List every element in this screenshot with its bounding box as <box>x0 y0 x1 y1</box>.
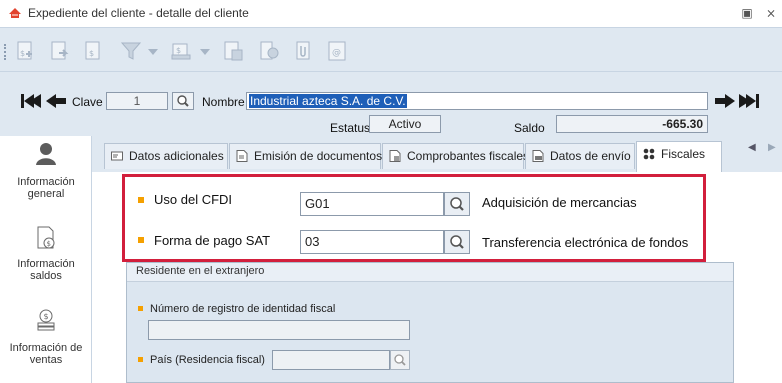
svg-text:$: $ <box>20 49 25 58</box>
bullet-icon <box>138 357 143 362</box>
register-icon[interactable]: $ <box>170 40 192 62</box>
clave-label: Clave <box>72 95 103 109</box>
window-title: Expediente del cliente - detalle del cli… <box>28 6 249 20</box>
registro-fiscal-label: Número de registro de identidad fiscal <box>150 303 336 315</box>
tab-fiscales[interactable]: Fiscales <box>636 141 722 172</box>
tab-label: Datos adicionales <box>129 149 224 163</box>
forma-pago-description: Transferencia electrónica de fondos <box>482 235 689 250</box>
sidebar-label-saldos-1: Información <box>17 258 75 270</box>
forma-pago-field[interactable]: 03 <box>300 230 444 254</box>
pais-label: País (Residencia fiscal) <box>150 354 265 366</box>
filter-icon[interactable] <box>120 40 142 62</box>
tab-label: Comprobantes fiscales <box>407 149 530 163</box>
uso-cfdi-label: Uso del CFDI <box>154 192 233 207</box>
uso-cfdi-field[interactable]: G01 <box>300 192 444 216</box>
tab-emision-documentos[interactable]: Emisión de documentos <box>229 143 383 169</box>
toolbar-grip[interactable] <box>4 44 8 60</box>
record-detail-icon[interactable]: $ <box>82 40 104 62</box>
filter-dropdown-icon[interactable] <box>146 40 160 62</box>
svg-text:@: @ <box>332 48 341 58</box>
tab-scroll-right-icon[interactable]: ▶ <box>768 142 776 153</box>
residente-panel-title: Residente en el extranjero <box>136 265 265 277</box>
toolbar <box>0 27 782 72</box>
svg-text:$: $ <box>176 46 181 55</box>
clave-search-icon[interactable] <box>172 92 194 110</box>
register-dropdown-icon[interactable] <box>198 40 212 62</box>
uso-cfdi-search-icon[interactable] <box>444 192 470 216</box>
first-record-button[interactable] <box>20 92 42 110</box>
coins-stack-icon: $ <box>37 309 55 331</box>
sidebar-item-informacion-general[interactable]: Información general <box>0 140 92 232</box>
sidebar-label-ventas-1: Información de <box>9 342 83 354</box>
tab-datos-adicionales[interactable]: Datos adicionales <box>104 143 228 169</box>
tab-label: Fiscales <box>661 147 706 161</box>
svg-text:$: $ <box>47 240 51 248</box>
card-icon <box>111 151 123 161</box>
tab-label: Datos de envío <box>550 149 631 163</box>
previous-record-button[interactable] <box>45 92 67 110</box>
tab-datos-envio[interactable]: Datos de envío <box>525 143 635 169</box>
uso-cfdi-description: Adquisición de mercancias <box>482 195 637 210</box>
sidebar-item-informacion-ventas[interactable]: $ Información de ventas <box>0 306 92 382</box>
receipt-icon <box>389 150 401 162</box>
saldo-field: -665.30 <box>556 115 708 133</box>
id-card-icon[interactable]: @ <box>326 40 348 62</box>
document-icon <box>236 150 248 162</box>
bullet-icon <box>138 306 143 311</box>
document-money-icon: $ <box>37 226 55 249</box>
sidebar-label-saldos-2: saldos <box>30 270 62 282</box>
attach-icon[interactable] <box>292 40 314 62</box>
bullet-icon <box>138 197 144 203</box>
add-record-arrow-icon[interactable] <box>48 40 70 62</box>
clave-field[interactable]: 1 <box>106 92 168 110</box>
forma-pago-search-icon[interactable] <box>444 230 470 254</box>
last-record-button[interactable] <box>738 92 760 110</box>
nombre-field[interactable]: Industrial azteca S.A. de C.V. <box>246 92 708 110</box>
estatus-field[interactable]: Activo <box>369 115 441 133</box>
svg-text:$: $ <box>44 312 49 321</box>
registro-fiscal-field[interactable] <box>148 320 410 340</box>
sidebar-item-informacion-saldos[interactable]: $ Información saldos <box>0 224 92 300</box>
person-icon <box>36 143 56 165</box>
next-record-button[interactable] <box>714 92 736 110</box>
app-logo-icon <box>9 8 21 18</box>
tab-label: Emisión de documentos <box>254 149 383 163</box>
calculator-icon[interactable] <box>222 40 244 62</box>
restore-button[interactable]: ▣ <box>740 6 754 20</box>
saldo-label: Saldo <box>514 121 545 135</box>
add-record-icon[interactable]: $ <box>14 40 36 62</box>
bullet-icon <box>138 237 144 243</box>
tab-scroll-left-icon[interactable]: ◀ <box>748 142 756 153</box>
close-button[interactable]: ⨯ <box>764 6 778 20</box>
sidebar-label-general-2: general <box>27 188 65 200</box>
tab-comprobantes-fiscales[interactable]: Comprobantes fiscales <box>382 143 529 169</box>
sidebar-label-ventas-2: ventas <box>29 354 63 366</box>
pais-search-icon[interactable] <box>390 350 410 370</box>
truck-document-icon <box>532 150 544 162</box>
grid-icon <box>643 148 655 160</box>
nombre-label: Nombre <box>202 95 245 109</box>
forma-pago-label: Forma de pago SAT <box>154 233 271 248</box>
sidebar-label-general-1: Información <box>17 176 75 188</box>
pais-field[interactable] <box>272 350 390 370</box>
svg-text:$: $ <box>89 49 94 58</box>
nombre-value: Industrial azteca S.A. de C.V. <box>249 94 407 108</box>
estatus-label: Estatus <box>330 121 371 135</box>
coins-icon[interactable] <box>258 40 280 62</box>
